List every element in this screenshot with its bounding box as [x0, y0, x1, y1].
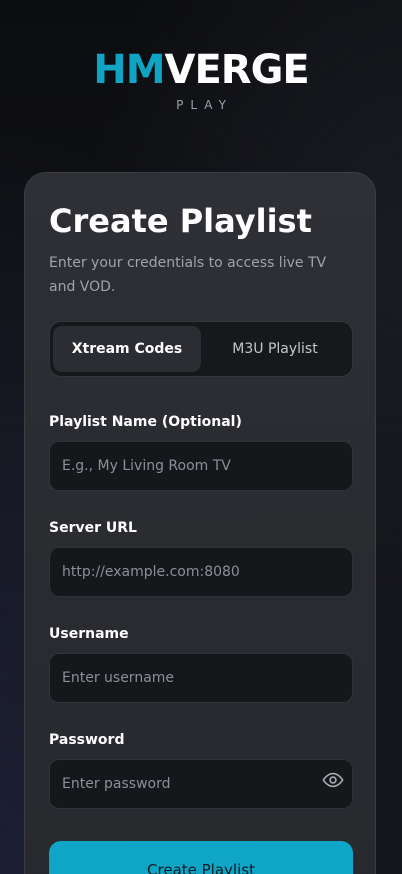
logo-wordmark: HMVERGE	[0, 48, 402, 92]
logo-subtitle: PLAY	[176, 98, 233, 112]
source-type-switcher: Xtream Codes M3U Playlist	[49, 321, 353, 377]
server-url-input[interactable]	[49, 547, 353, 597]
page-description: Enter your credentials to access live TV…	[49, 255, 327, 295]
username-label: Username	[49, 626, 129, 642]
create-playlist-card: Create Playlist Enter your credentials t…	[24, 172, 376, 874]
playlist-name-label: Playlist Name (Optional)	[49, 414, 242, 430]
playlist-name-input[interactable]	[49, 441, 353, 491]
logo-hm: HM	[93, 47, 165, 93]
server-url-label: Server URL	[49, 520, 137, 536]
tab-m3u-playlist[interactable]: M3U Playlist	[201, 326, 349, 372]
eye-icon[interactable]	[321, 768, 345, 792]
page-title: Create Playlist	[49, 202, 312, 240]
create-playlist-button[interactable]: Create Playlist	[49, 841, 353, 874]
username-input[interactable]	[49, 653, 353, 703]
password-input[interactable]	[49, 759, 353, 809]
tab-xtream-codes[interactable]: Xtream Codes	[53, 326, 201, 372]
logo-verge: VERGE	[164, 47, 310, 93]
app-logo: HMVERGE PLAY	[0, 48, 402, 112]
password-label: Password	[49, 732, 125, 748]
